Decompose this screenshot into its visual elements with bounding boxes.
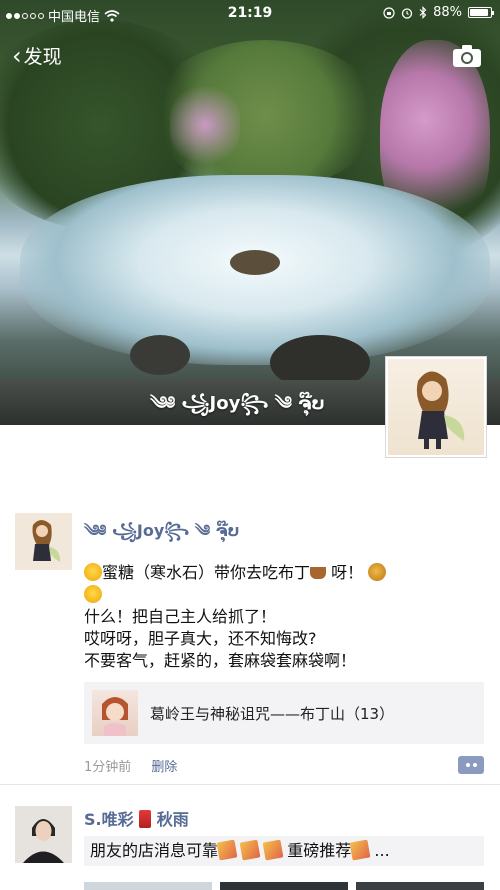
- cover-owner-name: ༄༅ ꧁Joy꧂ ༄ ຈຸ໊ບ: [150, 393, 325, 414]
- shared-image[interactable]: [84, 882, 212, 890]
- shared-image[interactable]: [220, 882, 348, 890]
- post-divider: [0, 784, 500, 785]
- shared-image[interactable]: [356, 882, 484, 890]
- post-text-segment: ...: [374, 841, 390, 860]
- link-thumbnail: [92, 690, 138, 736]
- dot-icon: [472, 763, 477, 767]
- link-title: 葛岭王与神秘诅咒——布丁山（13）: [150, 704, 395, 723]
- post-text: 蜜糖（寒水石）带你去吃布丁 呀！ 什么！把自己主人给抓了！ 哎呀呀，胆子真大，还…: [84, 562, 484, 672]
- post-avatar[interactable]: [15, 513, 72, 570]
- dot-icon: [465, 763, 470, 767]
- profile-avatar[interactable]: [386, 357, 486, 457]
- post-avatar[interactable]: [15, 806, 72, 863]
- cartoon-avatar-illustration: [15, 513, 72, 570]
- post-timestamp: 1分钟前: [84, 760, 132, 775]
- party-popper-emoji-icon: [239, 839, 261, 861]
- post-author-name-part: 秋雨: [156, 810, 189, 829]
- snail-emoji-icon: [368, 563, 387, 581]
- post-text-line: 不要客气，赶紧的，套麻袋套麻袋啊！: [84, 651, 357, 670]
- back-label: 发现: [23, 46, 62, 68]
- pudding-emoji-icon: [310, 567, 327, 579]
- lock-rotation-icon: [383, 6, 395, 19]
- dancer-emoji-icon: [139, 810, 152, 828]
- party-popper-emoji-icon: [349, 839, 371, 861]
- shared-link-card[interactable]: 葛岭王与神秘诅咒——布丁山（13）: [84, 682, 484, 744]
- back-button[interactable]: ‹ 发现: [12, 42, 62, 69]
- cover-flowers: [170, 80, 240, 170]
- battery-icon: [468, 7, 494, 18]
- post-text-segment: 朋友的店消息可靠: [90, 841, 219, 860]
- post-body: S.唯彩 秋雨 朋友的店消息可靠 重磅推荐 ...: [84, 806, 484, 866]
- camera-icon[interactable]: [452, 44, 482, 68]
- post-text-line: 哎呀呀，胆子真大，还不知悔改?: [84, 629, 317, 648]
- cover-rock: [130, 335, 190, 375]
- post-author-name-part: S.唯彩: [84, 810, 134, 829]
- delete-button[interactable]: 删除: [151, 760, 177, 775]
- person-photo-avatar: [15, 806, 72, 863]
- party-popper-emoji-icon: [216, 839, 238, 861]
- alarm-icon: [401, 7, 413, 19]
- cartoon-avatar-illustration: [416, 371, 465, 449]
- cartoon-girl-thumbnail: [102, 697, 128, 736]
- blush-emoji-icon: [84, 563, 102, 581]
- post-text-segment: 蜜糖（寒水石）带你去吃布丁: [102, 563, 311, 582]
- party-popper-emoji-icon: [262, 839, 284, 861]
- post-body: ༄༅ ꧁Joy꧂ ༄ ຈຸ໊ບ 蜜糖（寒水石）带你去吃布丁 呀！ 什么！把自己主…: [84, 513, 484, 778]
- post-author-name[interactable]: ༄༅ ꧁Joy꧂ ༄ ຈຸ໊ບ: [84, 513, 484, 558]
- post-text-segment: 呀！: [331, 563, 364, 582]
- comment-more-button[interactable]: [458, 756, 484, 774]
- bluetooth-icon: [419, 6, 427, 19]
- post-meta: 1分钟前 删除: [84, 756, 484, 778]
- cover-rock: [230, 250, 280, 275]
- status-bar: 中国电信 21:19 88%: [0, 0, 500, 28]
- dizzy-emoji-icon: [84, 585, 102, 603]
- shared-images-strip: [84, 882, 484, 890]
- post-text-segment: 重磅推荐: [287, 841, 352, 860]
- chevron-left-icon: ‹: [12, 41, 22, 70]
- status-right: 88%: [383, 5, 494, 20]
- post-author-name[interactable]: S.唯彩 秋雨: [84, 806, 484, 830]
- battery-percent: 88%: [433, 5, 462, 20]
- post-text-line: 什么！把自己主人给抓了！: [84, 607, 277, 626]
- post-text: 朋友的店消息可靠 重磅推荐 ...: [84, 836, 484, 866]
